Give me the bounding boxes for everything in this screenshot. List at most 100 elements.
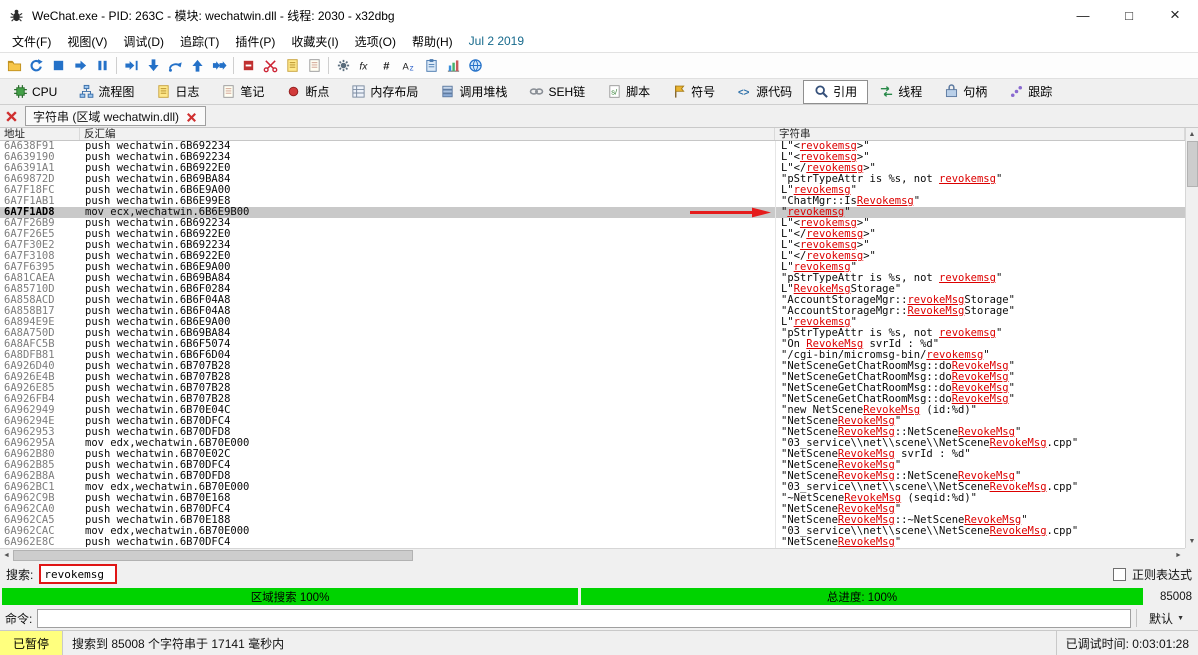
command-profile-dropdown[interactable]: 默认 ▼ [1136, 609, 1193, 627]
stop-button[interactable] [47, 55, 69, 77]
command-input[interactable] [37, 608, 1132, 628]
tab-call-stack[interactable]: 调用堆栈 [429, 80, 518, 104]
table-row-6A96294E[interactable]: 6A96294E push wechatwin.6B70DFC4 "NetScene… [0, 416, 1198, 427]
table-row-6A7F30E2[interactable]: 6A7F30E2 push wechatwin.6B692234 L"<revoke… [0, 240, 1198, 251]
step-over-button[interactable] [164, 55, 186, 77]
column-header-string[interactable]: 字符串 [775, 128, 1185, 140]
breakpoint-button[interactable] [237, 55, 259, 77]
column-header-address[interactable]: 地址 [0, 128, 80, 140]
table-row-6A926E85[interactable]: 6A926E85 push wechatwin.6B707B28 "NetScene… [0, 383, 1198, 394]
horizontal-scroll-thumb[interactable] [13, 549, 413, 561]
table-row-6A962B80[interactable]: 6A962B80 push wechatwin.6B70E02C "NetScene… [0, 449, 1198, 460]
menu-item-5[interactable]: 收藏夹(I) [283, 31, 346, 52]
table-row-6A6391A1[interactable]: 6A6391A1 push wechatwin.6B6922E0 L"</revok… [0, 163, 1198, 174]
strings-doc-tab[interactable]: 字符串 (区域 wechatwin.dll) [25, 106, 207, 126]
column-header-disassembly[interactable]: 反汇编 [80, 128, 775, 140]
tab-handles[interactable]: 句柄 [933, 80, 998, 104]
hash-analysis-button[interactable]: # [376, 55, 398, 77]
table-row-6A69872D[interactable]: 6A69872D push wechatwin.6B69BA84 "pStrType… [0, 174, 1198, 185]
table-row-6A7F1AB1[interactable]: 6A7F1AB1 push wechatwin.6B6E99E8 "ChatMgr:… [0, 196, 1198, 207]
pause-button[interactable] [91, 55, 113, 77]
table-row-6A85710D[interactable]: 6A85710D push wechatwin.6B6F0284 L"RevokeM… [0, 284, 1198, 295]
run-button[interactable] [69, 55, 91, 77]
trace-record-button[interactable] [259, 55, 281, 77]
menu-item-4[interactable]: 插件(P) [227, 31, 283, 52]
tab-notes[interactable]: 笔记 [210, 80, 275, 104]
table-row-6A638F91[interactable]: 6A638F91 push wechatwin.6B692234 L"<revoke… [0, 141, 1198, 152]
string-analysis-button[interactable]: Az [398, 55, 420, 77]
table-row-6A926D40[interactable]: 6A926D40 push wechatwin.6B707B28 "NetScene… [0, 361, 1198, 372]
menu-item-6[interactable]: 选项(O) [347, 31, 404, 52]
open-file-button[interactable] [3, 55, 25, 77]
notes-window-button[interactable] [303, 55, 325, 77]
search-input[interactable] [39, 564, 118, 584]
settings-button[interactable] [332, 55, 354, 77]
table-row-6A8AFC5B[interactable]: 6A8AFC5B push wechatwin.6B6F5074 "On Revok… [0, 339, 1198, 350]
menu-item-7[interactable]: 帮助(H) [404, 31, 461, 52]
table-row-6A962CA0[interactable]: 6A962CA0 push wechatwin.6B70DFC4 "NetScene… [0, 504, 1198, 515]
animate-button[interactable] [208, 55, 230, 77]
table-row-6A7F26B9[interactable]: 6A7F26B9 push wechatwin.6B692234 L"<revoke… [0, 218, 1198, 229]
statistics-button[interactable] [442, 55, 464, 77]
close-button[interactable]: × [1152, 0, 1198, 30]
table-row-6A7F6395[interactable]: 6A7F6395 push wechatwin.6B6E9A00 L"revokem… [0, 262, 1198, 273]
step-into-button[interactable] [142, 55, 164, 77]
table-row-6A962953[interactable]: 6A962953 push wechatwin.6B70DFD8 "NetScene… [0, 427, 1198, 438]
table-row-6A7F1AD8[interactable]: 6A7F1AD8 mov ecx,wechatwin.6B6E9B00 "revok… [0, 207, 1198, 218]
vertical-scrollbar[interactable]: ▲ ▼ [1185, 128, 1198, 548]
menu-item-2[interactable]: 调试(D) [115, 31, 172, 52]
tab-references[interactable]: 引用 [803, 79, 869, 104]
menu-item-3[interactable]: 追踪(T) [172, 31, 227, 52]
maximize-button[interactable]: □ [1106, 0, 1152, 30]
menu-item-1[interactable]: 视图(V) [59, 31, 115, 52]
scroll-up-icon[interactable]: ▲ [1186, 128, 1198, 141]
table-row-6A858B17[interactable]: 6A858B17 push wechatwin.6B6F04A8 "AccountS… [0, 306, 1198, 317]
table-row-6A962C9B[interactable]: 6A962C9B push wechatwin.6B70E168 "~NetScen… [0, 493, 1198, 504]
table-row-6A962B85[interactable]: 6A962B85 push wechatwin.6B70DFC4 "NetScene… [0, 460, 1198, 471]
tab-cpu[interactable]: CPU [2, 80, 68, 104]
tab-source[interactable]: <> 源代码 [726, 80, 803, 104]
online-help-button[interactable] [464, 55, 486, 77]
menu-item-0[interactable]: 文件(F) [4, 31, 59, 52]
horizontal-scrollbar[interactable]: ◄ ► [0, 548, 1185, 561]
run-to-user-code-button[interactable] [120, 55, 142, 77]
tab-log[interactable]: 日志 [145, 80, 210, 104]
table-row-6A962B8A[interactable]: 6A962B8A push wechatwin.6B70DFD8 "NetScene… [0, 471, 1198, 482]
table-row-6A926E4B[interactable]: 6A926E4B push wechatwin.6B707B28 "NetScene… [0, 372, 1198, 383]
tab-memory-map[interactable]: 内存布局 [340, 80, 429, 104]
table-row-6A858ACD[interactable]: 6A858ACD push wechatwin.6B6F04A8 "AccountS… [0, 295, 1198, 306]
regex-checkbox[interactable] [1112, 567, 1126, 581]
scroll-right-icon[interactable]: ► [1172, 549, 1185, 562]
scroll-left-icon[interactable]: ◄ [0, 549, 13, 562]
tab-seh[interactable]: SEH链 [518, 80, 596, 104]
table-row-6A7F3108[interactable]: 6A7F3108 push wechatwin.6B6922E0 L"</revok… [0, 251, 1198, 262]
table-row-6A8DFB81[interactable]: 6A8DFB81 push wechatwin.6B6F6D04 "/cgi-bin… [0, 350, 1198, 361]
tab-graph[interactable]: 流程图 [68, 80, 145, 104]
tab-breakpoints[interactable]: 断点 [275, 80, 340, 104]
vertical-scroll-thumb[interactable] [1186, 141, 1198, 187]
table-row-6A962CAC[interactable]: 6A962CAC mov edx,wechatwin.6B70E000 "03_se… [0, 526, 1198, 537]
minimize-button[interactable]: — [1060, 0, 1106, 30]
table-row-6A639190[interactable]: 6A639190 push wechatwin.6B692234 L"<revoke… [0, 152, 1198, 163]
tab-threads[interactable]: 线程 [868, 80, 933, 104]
log-window-button[interactable] [281, 55, 303, 77]
close-tab-icon[interactable] [185, 110, 198, 123]
table-row-6A962CA5[interactable]: 6A962CA5 push wechatwin.6B70E188 "NetScene… [0, 515, 1198, 526]
table-row-6A7F18FC[interactable]: 6A7F18FC push wechatwin.6B6E9A00 L"revokem… [0, 185, 1198, 196]
table-row-6A96295A[interactable]: 6A96295A mov edx,wechatwin.6B70E000 "03_se… [0, 438, 1198, 449]
table-row-6A926FB4[interactable]: 6A926FB4 push wechatwin.6B707B28 "NetScene… [0, 394, 1198, 405]
table-row-6A894E9E[interactable]: 6A894E9E push wechatwin.6B6E9A00 L"revokem… [0, 317, 1198, 328]
table-row-6A8A750D[interactable]: 6A8A750D push wechatwin.6B69BA84 "pStrType… [0, 328, 1198, 339]
scroll-down-icon[interactable]: ▼ [1186, 535, 1198, 548]
restart-button[interactable] [25, 55, 47, 77]
table-row-6A962E8C[interactable]: 6A962E8C push wechatwin.6B70DFC4 "NetScene… [0, 537, 1198, 548]
function-analysis-button[interactable]: fx [354, 55, 376, 77]
tab-symbols[interactable]: 符号 [661, 80, 726, 104]
memory-layout-button[interactable] [420, 55, 442, 77]
table-row-6A962949[interactable]: 6A962949 push wechatwin.6B70E04C "new NetS… [0, 405, 1198, 416]
close-all-tabs-button[interactable] [3, 108, 20, 125]
table-row-6A962BC1[interactable]: 6A962BC1 mov edx,wechatwin.6B70E000 "03_se… [0, 482, 1198, 493]
tab-trace[interactable]: 跟踪 [998, 80, 1063, 104]
table-row-6A7F26E5[interactable]: 6A7F26E5 push wechatwin.6B6922E0 L"</revok… [0, 229, 1198, 240]
table-row-6A81CAEA[interactable]: 6A81CAEA push wechatwin.6B69BA84 "pStrType… [0, 273, 1198, 284]
